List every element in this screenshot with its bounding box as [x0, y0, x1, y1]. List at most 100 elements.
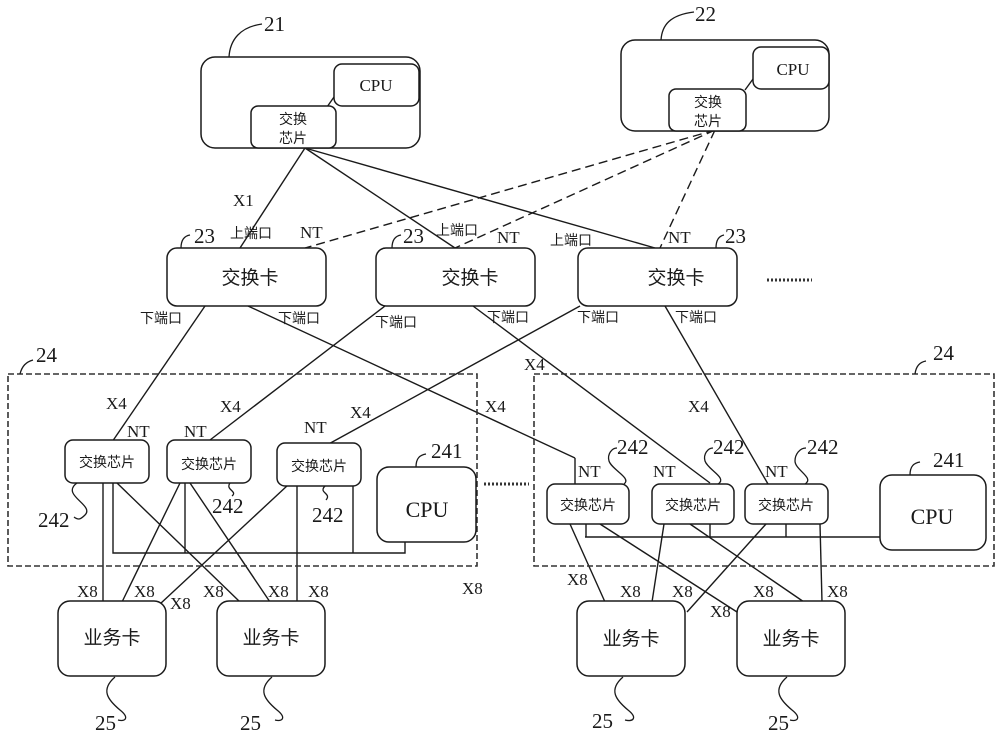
x8-label: X8: [268, 582, 289, 601]
x8-labels: X8 X8 X8 X8 X8 X8 X8 X8 X8 X8 X8 X8 X8: [77, 570, 848, 621]
x8-label: X8: [203, 582, 224, 601]
left-chip-1-label: 交换芯片: [79, 454, 135, 471]
link-x1-label: X1: [233, 191, 254, 210]
line-card-left-ref: 24: [36, 343, 58, 367]
x8-label: X8: [462, 579, 483, 598]
ref-leader: [322, 485, 329, 501]
left-chip-2-x4: X4: [220, 397, 241, 416]
switch-card-1-up-port: 上端口: [230, 226, 272, 242]
service-card-1-label: 业务卡: [83, 627, 140, 649]
switch-card-1[interactable]: 交换卡 23 上端口 NT 下端口 下端口: [140, 223, 327, 327]
service-card-2[interactable]: 业务卡 25: [216, 600, 326, 735]
network-diagram: CPU 交换 芯片 21 CPU 交换 芯片 22 X1 交换卡 23 上端口 …: [7, 2, 995, 735]
x8-label: X8: [308, 582, 329, 601]
right-chip-1-nt: NT: [578, 462, 601, 481]
left-cpu-ref: 241: [431, 439, 463, 463]
ref-leader: [715, 234, 725, 249]
switch-card-3[interactable]: 交换卡 23 上端口 NT 下端口 下端口: [550, 224, 746, 326]
x8-label: X8: [170, 594, 191, 613]
service-card-2-label: 业务卡: [242, 627, 299, 649]
service-card-3[interactable]: 业务卡 25: [576, 600, 686, 733]
left-chip-1-ref: 242: [38, 508, 70, 532]
service-card-3-ref: 25: [592, 709, 613, 733]
right-chip-1-ref: 242: [617, 435, 649, 459]
right-chip-2-label: 交换芯片: [665, 497, 721, 514]
switch-card-1-label: 交换卡: [221, 267, 278, 289]
x8-label: X8: [753, 582, 774, 601]
switch-card-2-nt: NT: [497, 228, 520, 247]
line-card-right[interactable]: 24 交换芯片 NT X4 242 交换芯片 NT X4 242 交换芯片 NT…: [485, 341, 995, 567]
left-chip-2-ref: 242: [212, 494, 244, 518]
ref-leader: [19, 359, 34, 375]
x8-link: [569, 523, 606, 603]
switch-card-1-down-right: 下端口: [278, 311, 320, 327]
left-chip-1-x4: X4: [106, 394, 127, 413]
service-card-1-ref: 25: [95, 711, 116, 735]
device-21-chip-line1: 交换: [279, 111, 307, 128]
service-card-1[interactable]: 业务卡 25: [57, 600, 167, 735]
x8-label: X8: [672, 582, 693, 601]
switch-card-1-nt: NT: [300, 223, 323, 242]
ref-leader: [71, 482, 88, 520]
device-22[interactable]: CPU 交换 芯片 22: [620, 2, 830, 132]
device-22-chip-line2: 芯片: [694, 114, 722, 130]
switch-card-2-up-port: 上端口: [436, 223, 478, 239]
switch-card-2-down-right: 下端口: [487, 310, 529, 326]
device-22-ref: 22: [695, 2, 716, 26]
right-chip-1-label: 交换芯片: [560, 497, 616, 514]
right-chip-2-ref: 242: [713, 435, 745, 459]
ref-leader: [228, 23, 263, 58]
switch-card-2[interactable]: 交换卡 23 上端口 NT 下端口 下端口: [375, 223, 536, 331]
switch-card-1-down-left: 下端口: [140, 311, 182, 327]
switch-card-3-nt: NT: [668, 228, 691, 247]
switch-card-3-down-right: 下端口: [675, 310, 717, 326]
switch-card-2-ref: 23: [403, 224, 424, 248]
x8-label: X8: [77, 582, 98, 601]
right-chip-1-x4: X4: [485, 397, 506, 416]
device-22-chip-line1: 交换: [694, 94, 722, 111]
device-22-cpu-label: CPU: [776, 60, 809, 79]
link-card2-chip-b2: [472, 305, 711, 484]
x8-label: X8: [134, 582, 155, 601]
switch-card-3-down-left: 下端口: [577, 310, 619, 326]
device-21-cpu-label: CPU: [359, 76, 392, 95]
right-chip-2-nt: NT: [653, 462, 676, 481]
left-chip-3-ref: 242: [312, 503, 344, 527]
left-chip-1-nt: NT: [127, 422, 150, 441]
right-cpu-ref: 241: [933, 448, 965, 472]
left-chip-3-nt: NT: [304, 418, 327, 437]
left-cpu-bus: [112, 483, 406, 554]
device-21-chip-line2: 芯片: [279, 131, 307, 147]
left-chip-3-label: 交换芯片: [291, 458, 347, 475]
switch-card-3-up-port: 上端口: [550, 233, 592, 249]
service-card-4-label: 业务卡: [762, 628, 819, 650]
right-chip-3-ref: 242: [807, 435, 839, 459]
service-card-4[interactable]: 业务卡 25: [736, 600, 846, 735]
ref-leader: [263, 676, 284, 722]
device-21[interactable]: CPU 交换 芯片 21: [200, 12, 421, 149]
ref-leader: [909, 461, 921, 476]
right-chip-3-label: 交换芯片: [758, 497, 814, 514]
ref-leader: [391, 234, 402, 249]
ref-leader: [914, 360, 927, 375]
switch-card-1-ref: 23: [194, 224, 215, 248]
x8-label: X8: [567, 570, 588, 589]
ref-leader: [415, 453, 427, 468]
x8-label: X8: [827, 582, 848, 601]
right-chip-3-nt: NT: [765, 462, 788, 481]
link-card3-chip-a3: [324, 305, 581, 447]
link-21-to-card2: [304, 147, 456, 249]
right-bus: [585, 524, 880, 538]
right-chip-3-x4: X4: [688, 397, 709, 416]
service-card-2-ref: 25: [240, 711, 261, 735]
switch-card-3-label: 交换卡: [647, 267, 704, 289]
line-card-right-ref: 24: [933, 341, 955, 365]
left-chip-2-nt: NT: [184, 422, 207, 441]
left-bus: [112, 483, 406, 554]
left-chip-3-x4: X4: [350, 403, 371, 422]
line-card-left[interactable]: 24 交换芯片 NT X4 242 交换芯片 NT X4 242 交换芯片 NT…: [7, 343, 478, 567]
left-cpu-label: CPU: [406, 497, 449, 522]
x8-link: [819, 523, 823, 603]
service-card-4-ref: 25: [768, 711, 789, 735]
ref-leader: [660, 11, 695, 41]
